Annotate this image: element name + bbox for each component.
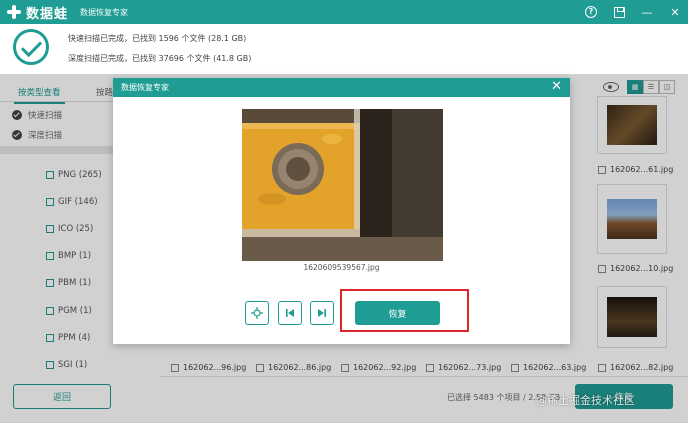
quick-scan-status: 快速扫描已完成，已找到 1596 个文件 (28.1 GB) bbox=[68, 34, 247, 43]
help-icon: ? bbox=[585, 6, 597, 18]
highlight-box bbox=[340, 289, 469, 332]
watermark: @稀土掘金技术社区 bbox=[536, 394, 635, 407]
dialog-title: 数据恢复专家 bbox=[121, 83, 169, 92]
save-button[interactable] bbox=[612, 5, 626, 19]
app-logo: 数据蛙 bbox=[6, 3, 68, 22]
dialog-header: 数据恢复专家 ✕ bbox=[113, 78, 570, 97]
plus-logo-icon bbox=[6, 4, 22, 20]
scan-status: 快速扫描已完成，已找到 1596 个文件 (28.1 GB) 深度扫描已完成，已… bbox=[0, 24, 688, 74]
preview-filename: 1620609539567.jpg bbox=[303, 263, 380, 272]
previous-button[interactable] bbox=[278, 301, 302, 325]
dialog-close-button[interactable]: ✕ bbox=[551, 80, 562, 94]
prev-icon bbox=[286, 309, 294, 317]
next-button[interactable] bbox=[310, 301, 334, 325]
help-button[interactable]: ? bbox=[584, 5, 598, 19]
deep-scan-status: 深度扫描已完成，已找到 37696 个文件 (41.8 GB) bbox=[68, 54, 252, 63]
scan-complete-check-icon bbox=[13, 29, 49, 65]
logo-text: 数据蛙 bbox=[26, 6, 69, 22]
close-window-button[interactable]: ✕ bbox=[668, 5, 682, 19]
next-icon bbox=[318, 309, 326, 317]
fit-view-button[interactable] bbox=[245, 301, 269, 325]
preview-image bbox=[242, 109, 443, 261]
minimize-button[interactable]: — bbox=[640, 5, 654, 19]
save-icon bbox=[613, 6, 625, 18]
preview-dialog: 数据恢复专家 ✕ 1620609539567.jpg 恢复 bbox=[113, 78, 570, 344]
crosshair-icon bbox=[251, 307, 263, 319]
title-bar: 数据蛙 数据恢复专家 ? — ✕ bbox=[0, 0, 688, 24]
app-subtitle: 数据恢复专家 bbox=[80, 7, 129, 17]
preview-photo bbox=[242, 109, 443, 261]
